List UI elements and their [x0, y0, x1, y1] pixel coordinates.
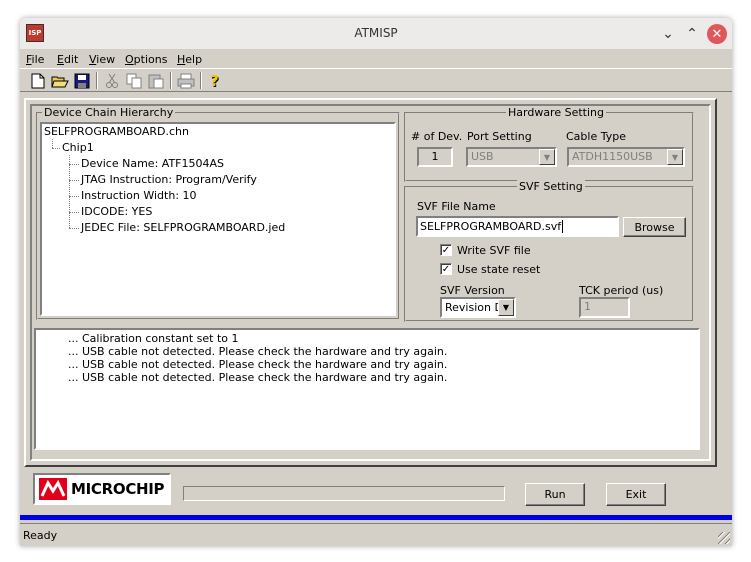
svf-file-input[interactable]: SELFPROGRAMBOARD.svf	[416, 216, 619, 237]
save-icon[interactable]	[72, 71, 92, 90]
menu-view[interactable]: View	[89, 53, 115, 66]
copy-icon[interactable]	[124, 71, 144, 90]
svf-version-value: Revision D	[445, 301, 503, 314]
cable-type-select[interactable]: ATDH1150USB ▼	[567, 147, 685, 167]
toolbar-separator	[200, 72, 202, 89]
svf-file-value: SELFPROGRAMBOARD.svf	[420, 220, 562, 233]
num-dev-label: # of Dev.	[411, 130, 463, 143]
microchip-logo-icon	[39, 478, 67, 500]
tck-period-field[interactable]: 1	[579, 297, 630, 318]
status-text: Ready	[23, 529, 58, 542]
tree-detail[interactable]: JEDEC File: SELFPROGRAMBOARD.jed	[81, 221, 285, 234]
cut-icon[interactable]	[102, 71, 122, 90]
svg-text:?: ?	[210, 73, 219, 89]
main-panel: Device Chain Hierarchy SELFPROGRAMBOARD.…	[24, 98, 717, 467]
exit-button[interactable]: Exit	[606, 483, 666, 506]
state-reset-label: Use state reset	[457, 263, 541, 276]
run-button[interactable]: Run	[525, 483, 585, 506]
title-bar[interactable]: ISP ATMISP ⌄ ⌃ ✕	[20, 18, 732, 50]
write-svf-label: Write SVF file	[457, 244, 531, 257]
device-chain-group: Device Chain Hierarchy SELFPROGRAMBOARD.…	[36, 106, 400, 320]
svf-setting-title: SVF Setting	[517, 180, 585, 193]
tree-detail[interactable]: IDCODE: YES	[81, 205, 152, 218]
num-dev-field[interactable]: 1	[417, 147, 453, 167]
menu-options[interactable]: Options	[125, 53, 167, 66]
svf-file-label: SVF File Name	[417, 200, 496, 213]
menu-file-label: ile	[31, 53, 45, 66]
tree-connector	[69, 155, 70, 228]
menu-options-mnemonic: O	[125, 53, 134, 66]
status-bar: Ready	[20, 523, 732, 546]
accent-bar	[20, 515, 732, 520]
port-setting-value: USB	[471, 150, 494, 163]
tree-connector	[69, 164, 79, 165]
log-line: ... USB cable not detected. Please check…	[68, 371, 448, 384]
menu-help[interactable]: Help	[177, 53, 202, 66]
log-line: ... USB cable not detected. Please check…	[68, 345, 448, 358]
tree-detail[interactable]: Instruction Width: 10	[81, 189, 197, 202]
microchip-logo: MICROCHIP	[33, 473, 171, 505]
menu-options-label: ptions	[133, 53, 168, 66]
svf-version-label: SVF Version	[440, 284, 505, 297]
tree-connector	[69, 196, 79, 197]
tree-connector	[69, 212, 79, 213]
device-chain-tree[interactable]: SELFPROGRAMBOARD.chn Chip1 Device Name: …	[40, 122, 396, 316]
hardware-setting-title: Hardware Setting	[506, 106, 606, 119]
new-icon[interactable]	[28, 71, 48, 90]
menu-help-label: elp	[185, 53, 203, 66]
browse-button[interactable]: Browse	[623, 217, 686, 237]
chevron-down-icon: ▼	[539, 149, 555, 165]
open-icon[interactable]	[50, 71, 70, 90]
main-panel-inner: Device Chain Hierarchy SELFPROGRAMBOARD.…	[30, 104, 711, 461]
app-window: ISP ATMISP ⌄ ⌃ ✕ File Edit View Options …	[20, 18, 732, 546]
device-chain-title: Device Chain Hierarchy	[42, 106, 176, 119]
tree-chip[interactable]: Chip1	[62, 141, 94, 154]
port-setting-label: Port Setting	[467, 130, 532, 143]
tck-period-label: TCK period (us)	[579, 284, 664, 297]
tree-connector	[69, 180, 79, 181]
toolbar: ??	[20, 68, 732, 92]
text-cursor	[562, 220, 564, 233]
hardware-setting-group: Hardware Setting # of Dev. 1 Port Settin…	[404, 106, 694, 182]
help-icon[interactable]: ??	[206, 71, 226, 90]
progress-bar	[183, 486, 505, 501]
menu-edit-mnemonic: E	[57, 53, 64, 66]
menu-view-label: iew	[96, 53, 116, 66]
maximize-button[interactable]: ⌃	[682, 24, 702, 44]
menu-bar: File Edit View Options Help	[20, 50, 732, 68]
tree-connector	[52, 148, 60, 149]
tree-detail[interactable]: JTAG Instruction: Program/Verify	[81, 173, 257, 186]
write-svf-checkbox[interactable]: ✓	[440, 244, 452, 256]
toolbar-separator	[170, 72, 172, 89]
minimize-button[interactable]: ⌄	[658, 24, 678, 44]
print-icon[interactable]	[176, 71, 196, 90]
tree-connector	[69, 228, 79, 229]
microchip-logo-text: MICROCHIP	[71, 480, 165, 498]
tree-root[interactable]: SELFPROGRAMBOARD.chn	[44, 125, 189, 138]
paste-icon[interactable]	[146, 71, 166, 90]
log-line: ... Calibration constant set to 1	[68, 332, 239, 345]
chevron-down-icon: ▼	[498, 299, 514, 316]
state-reset-checkbox[interactable]: ✓	[440, 263, 452, 275]
menu-edit[interactable]: Edit	[57, 53, 78, 66]
close-button[interactable]: ✕	[707, 24, 727, 44]
resize-grip-icon[interactable]	[718, 532, 730, 544]
menu-file[interactable]: File	[26, 53, 44, 66]
port-setting-select[interactable]: USB ▼	[466, 147, 557, 167]
tree-connector	[52, 139, 53, 148]
menu-edit-label: dit	[63, 53, 79, 66]
log-output[interactable]: ... Calibration constant set to 1 ... US…	[34, 328, 700, 450]
cable-type-value: ATDH1150USB	[572, 150, 653, 163]
log-line: ... USB cable not detected. Please check…	[68, 358, 448, 371]
window-title: ATMISP	[354, 26, 398, 40]
toolbar-separator	[96, 72, 98, 89]
chevron-down-icon: ▼	[667, 149, 683, 165]
cable-type-label: Cable Type	[566, 130, 626, 143]
svf-version-select[interactable]: Revision D ▼	[440, 297, 516, 318]
svf-setting-group: SVF Setting SVF File Name SELFPROGRAMBOA…	[404, 180, 694, 322]
tree-detail[interactable]: Device Name: ATF1504AS	[81, 157, 224, 170]
